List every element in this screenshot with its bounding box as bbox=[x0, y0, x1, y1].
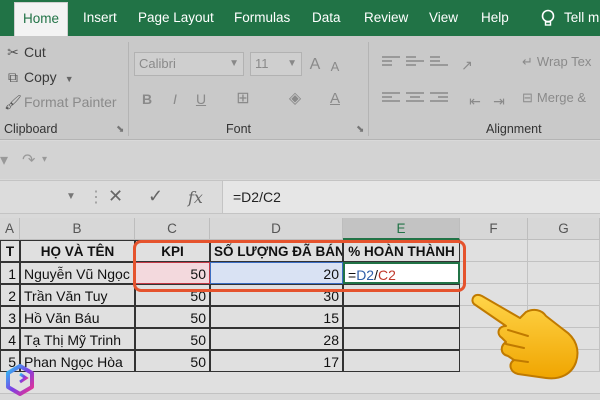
scissors-icon: ✂ bbox=[7, 44, 19, 60]
pointing-hand-icon bbox=[471, 294, 579, 380]
merge-center-button[interactable]: ⊟ Merge & bbox=[522, 90, 586, 106]
tab-formulas[interactable]: Formulas bbox=[234, 0, 290, 36]
wrap-text-button[interactable]: ↵ Wrap Tex bbox=[522, 54, 591, 70]
tab-insert[interactable]: Insert bbox=[83, 0, 117, 36]
empty-cell[interactable] bbox=[528, 240, 600, 262]
table-cell-name[interactable]: Phan Ngọc Hòa bbox=[20, 350, 135, 372]
column-header-d[interactable]: D bbox=[210, 218, 343, 240]
format-painter-button[interactable]: 🖌 Format Painter bbox=[4, 94, 116, 111]
table-cell-name[interactable]: Trần Văn Tuy bbox=[20, 284, 135, 306]
header-cell-a[interactable]: T bbox=[0, 240, 20, 262]
tab-help[interactable]: Help bbox=[481, 0, 509, 36]
font-color-icon[interactable]: A bbox=[326, 88, 344, 110]
empty-cell[interactable] bbox=[460, 262, 528, 284]
tab-review[interactable]: Review bbox=[364, 0, 408, 36]
paintbrush-icon: 🖌 bbox=[4, 94, 22, 110]
copy-icon: ⧉ bbox=[8, 69, 18, 85]
increase-indent-icon[interactable]: ⇥ bbox=[490, 90, 508, 112]
cut-button[interactable]: ✂ Cut bbox=[4, 44, 46, 61]
clipboard-launcher-icon[interactable]: ⬊ bbox=[116, 124, 124, 135]
header-cell-name[interactable]: HỌ VÀ TÊN bbox=[20, 240, 135, 262]
table-cell-stt[interactable]: 1 bbox=[0, 262, 20, 284]
table-cell-percent[interactable] bbox=[343, 350, 460, 372]
align-left-icon[interactable] bbox=[382, 92, 400, 106]
wrap-text-icon: ↵ bbox=[522, 54, 533, 69]
clipboard-group-label: Clipboard bbox=[4, 122, 58, 136]
table-cell-stt[interactable]: 4 bbox=[0, 328, 20, 350]
chevron-down-icon: ▼ bbox=[229, 58, 239, 69]
table-cell-kpi[interactable]: 50 bbox=[135, 306, 210, 328]
enter-formula-button[interactable]: ✓ bbox=[148, 186, 163, 207]
tab-home[interactable]: Home bbox=[14, 2, 69, 36]
copy-button[interactable]: ⧉ Copy ▼ bbox=[4, 69, 74, 86]
font-size-select[interactable]: 11 ▼ bbox=[250, 52, 302, 76]
formula-bar: ▼ ⋮ ✕ ✓ fx =D2/C2 bbox=[0, 180, 600, 214]
callout-highlight-box bbox=[133, 240, 466, 292]
lightbulb-icon[interactable] bbox=[538, 8, 558, 28]
font-launcher-icon[interactable]: ⬊ bbox=[356, 124, 364, 135]
tab-page-layout[interactable]: Page Layout bbox=[138, 0, 214, 36]
site-logo-icon bbox=[6, 364, 34, 396]
undo-dropdown-icon[interactable]: ▾ bbox=[0, 150, 8, 170]
chevron-down-icon: ▼ bbox=[64, 74, 74, 84]
column-header-e[interactable]: E bbox=[343, 218, 460, 240]
table-cell-sold[interactable]: 28 bbox=[210, 328, 343, 350]
font-name-select[interactable]: Calibri ▼ bbox=[134, 52, 244, 76]
table-cell-percent[interactable] bbox=[343, 328, 460, 350]
column-header-g[interactable]: G bbox=[528, 218, 600, 240]
font-group-label: Font bbox=[226, 122, 252, 136]
align-bottom-icon[interactable] bbox=[430, 56, 448, 70]
align-center-icon[interactable] bbox=[406, 92, 424, 106]
column-header-c[interactable]: C bbox=[135, 218, 210, 240]
formula-input[interactable]: =D2/C2 bbox=[222, 181, 600, 213]
alignment-group-label: Alignment bbox=[486, 122, 542, 136]
tab-data[interactable]: Data bbox=[312, 0, 341, 36]
orientation-icon[interactable]: ↗ bbox=[458, 54, 476, 76]
column-header-f[interactable]: F bbox=[460, 218, 528, 240]
quick-access-toolbar: ▾ ↷ ▾ bbox=[0, 141, 600, 179]
table-cell-kpi[interactable]: 50 bbox=[135, 328, 210, 350]
empty-cell[interactable] bbox=[528, 262, 600, 284]
underline-button[interactable]: U bbox=[192, 88, 210, 110]
chevron-down-icon: ▼ bbox=[287, 58, 297, 69]
column-header-b[interactable]: B bbox=[20, 218, 135, 240]
table-cell-name[interactable]: Tạ Thị Mỹ Trinh bbox=[20, 328, 135, 350]
align-right-icon[interactable] bbox=[430, 92, 448, 106]
ribbon-tab-bar: Home Insert Page Layout Formulas Data Re… bbox=[0, 0, 600, 36]
formula-bar-grip: ⋮ bbox=[88, 189, 104, 206]
cancel-formula-button[interactable]: ✕ bbox=[108, 186, 123, 207]
insert-function-button[interactable]: fx bbox=[188, 188, 203, 207]
redo-icon[interactable]: ↷ bbox=[22, 150, 35, 170]
table-cell-stt[interactable]: 3 bbox=[0, 306, 20, 328]
table-cell-percent[interactable] bbox=[343, 306, 460, 328]
ribbon-divider bbox=[368, 42, 369, 136]
table-cell-name[interactable]: Hồ Văn Báu bbox=[20, 306, 135, 328]
tell-me-search[interactable]: Tell m bbox=[564, 0, 599, 36]
align-top-icon[interactable] bbox=[382, 56, 400, 70]
decrease-font-icon[interactable]: A bbox=[326, 56, 344, 78]
borders-icon[interactable]: ⊞ bbox=[234, 88, 252, 110]
tab-view[interactable]: View bbox=[429, 0, 458, 36]
ribbon-divider bbox=[128, 42, 129, 136]
fill-color-icon[interactable]: ◈ bbox=[286, 88, 304, 110]
table-cell-name[interactable]: Nguyễn Vũ Ngọc bbox=[20, 262, 135, 284]
chevron-down-icon[interactable]: ▾ bbox=[42, 154, 47, 165]
bold-button[interactable]: B bbox=[138, 88, 156, 110]
table-cell-sold[interactable]: 15 bbox=[210, 306, 343, 328]
ribbon-home-panel: ✂ Cut ⧉ Copy ▼ 🖌 Format Painter Clipboard ⬊ … bbox=[0, 36, 600, 140]
table-cell-kpi[interactable]: 50 bbox=[135, 350, 210, 372]
align-middle-icon[interactable] bbox=[406, 56, 424, 70]
name-box-dropdown-icon[interactable]: ▼ bbox=[66, 191, 76, 202]
table-cell-stt[interactable]: 2 bbox=[0, 284, 20, 306]
merge-icon: ⊟ bbox=[522, 90, 533, 105]
italic-button[interactable]: I bbox=[166, 88, 184, 110]
column-header-a[interactable]: A bbox=[0, 218, 20, 240]
empty-cell[interactable] bbox=[460, 240, 528, 262]
increase-font-icon[interactable]: A bbox=[306, 54, 324, 76]
table-cell-sold[interactable]: 17 bbox=[210, 350, 343, 372]
decrease-indent-icon[interactable]: ⇤ bbox=[466, 90, 484, 112]
